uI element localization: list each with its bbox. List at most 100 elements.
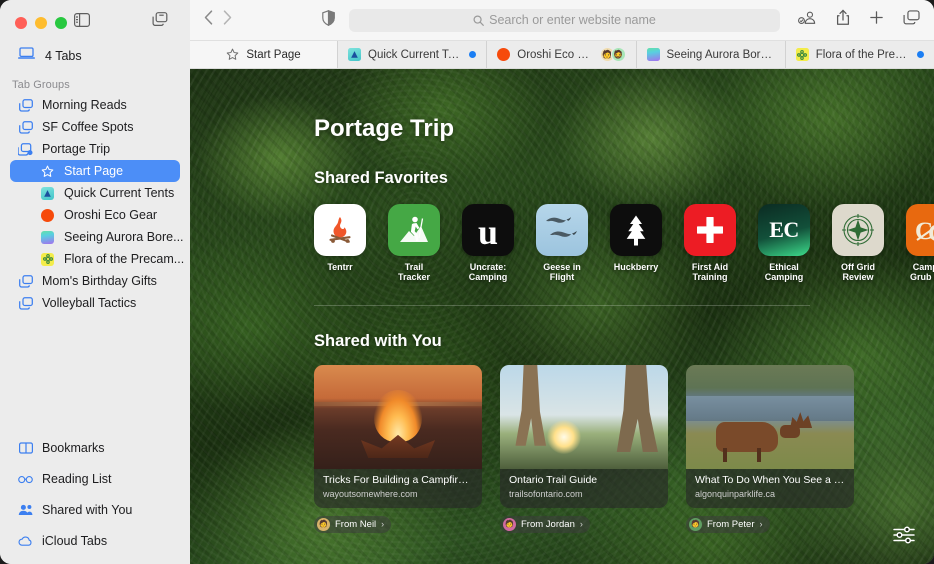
sidebar-item-label: Flora of the Precam... [64, 252, 185, 266]
from-pill[interactable]: 🧑 From Neil › [314, 515, 392, 533]
page-title: Portage Trip [314, 115, 455, 142]
from-label: From Jordan [521, 518, 575, 530]
favorite-tentrr[interactable]: Tentrr [314, 204, 366, 283]
sidebar-item-reading-list[interactable]: Reading List [10, 468, 180, 490]
maximize-window-button[interactable] [55, 17, 67, 29]
tab-start-page[interactable]: Start Page [190, 41, 338, 68]
campfire-photo [314, 364, 482, 469]
sidebar-list: Morning Reads SF Coffee Spots Portage Tr… [0, 94, 190, 437]
sidebar-item-label: Oroshi Eco Gear [64, 208, 158, 222]
sidebar-toolbar [74, 12, 168, 27]
sidebar-item-flora-precambrian[interactable]: Flora of the Precam... [10, 248, 184, 270]
start-page-settings-button[interactable] [891, 524, 917, 550]
favicon-circle-icon [40, 208, 55, 223]
sidebar-item-label: Shared with You [42, 503, 133, 517]
sidebar-item-start-page[interactable]: Start Page [10, 160, 180, 182]
new-tab-button[interactable] [869, 10, 884, 30]
minimize-window-button[interactable] [35, 17, 47, 29]
shared-favorites-grid: Tentrr Trail Tracker u Uncrate: Camping … [314, 204, 934, 283]
moose-lake-photo [686, 364, 854, 469]
from-label: From Peter [707, 518, 755, 530]
sidebar-item-tabs[interactable]: 4 Tabs [0, 41, 190, 71]
tab-oroshi-eco-gear[interactable]: Oroshi Eco Gear 🧑 🧔 [487, 41, 637, 68]
svg-text:G: G [928, 220, 934, 247]
letters-cg-icon: C G [906, 204, 934, 256]
tab-group-icon [18, 98, 33, 113]
sidebar-item-seeing-aurora[interactable]: Seeing Aurora Bore... [10, 226, 184, 248]
shared-card-moose[interactable]: What To Do When You See a Moo... algonqu… [686, 364, 854, 533]
tab-overview-icon[interactable] [903, 10, 920, 30]
tab-flora-precambrian[interactable]: Flora of the Precambi... [786, 41, 934, 68]
favorite-ethical-camping[interactable]: EC Ethical Camping [758, 204, 810, 283]
sidebar-item-sf-coffee-spots[interactable]: SF Coffee Spots [10, 116, 180, 138]
tab-title: Quick Current Tents [368, 48, 463, 61]
glasses-icon [18, 472, 33, 487]
sidebar-item-icloud-tabs[interactable]: iCloud Tabs [10, 530, 180, 552]
hiker-icon [388, 204, 440, 256]
favicon-flower-icon [40, 252, 55, 267]
tab-quick-current-tents[interactable]: Quick Current Tents [338, 41, 488, 68]
share-icon[interactable] [836, 9, 850, 31]
sidebar-item-oroshi-eco-gear[interactable]: Oroshi Eco Gear [10, 204, 180, 226]
favorite-camping-grub-club[interactable]: C G Camping Grub Club [906, 204, 934, 283]
forward-button[interactable] [223, 10, 232, 30]
sidebar-item-quick-current-tents[interactable]: Quick Current Tents [10, 182, 180, 204]
close-window-button[interactable] [15, 17, 27, 29]
back-button[interactable] [204, 10, 213, 30]
tab-title: Oroshi Eco Gear [517, 48, 593, 61]
new-tab-group-icon[interactable] [152, 12, 168, 27]
book-icon [18, 441, 33, 456]
tab-participants-avatars: 🧑 🧔 [599, 47, 626, 62]
sidebar-item-volleyball-tactics[interactable]: Volleyball Tactics [10, 292, 180, 314]
sidebar-toggle-icon[interactable] [74, 12, 90, 27]
favorite-label: Ethical Camping [764, 262, 804, 283]
favorite-geese-in-flight[interactable]: Geese in Flight [536, 204, 588, 283]
sidebar: 4 Tabs Tab Groups Morning Reads SF Coffe… [0, 0, 190, 564]
sidebar-item-label: iCloud Tabs [42, 534, 108, 548]
tab-title: Start Page [246, 48, 301, 61]
shared-card-ontario-trail[interactable]: Ontario Trail Guide trailsofontario.com … [500, 364, 668, 533]
address-bar[interactable]: Search or enter website name [349, 8, 780, 32]
favorite-label: Geese in Flight [543, 262, 581, 283]
card-title: Ontario Trail Guide [509, 473, 598, 486]
card-title: What To Do When You See a Moo... [695, 473, 845, 486]
tab-group-icon [18, 274, 33, 289]
favorite-first-aid-training[interactable]: First Aid Training [684, 204, 736, 283]
shared-card-campfire[interactable]: Tricks For Building a Campfire—F... wayo… [314, 364, 482, 533]
privacy-shield-icon[interactable] [322, 9, 335, 31]
unread-badge-icon [917, 51, 924, 58]
profile-share-icon[interactable] [798, 10, 817, 30]
sidebar-item-portage-trip[interactable]: Portage Trip [10, 138, 180, 160]
star-icon [226, 48, 239, 61]
section-divider [314, 304, 810, 306]
safari-window: 4 Tabs Tab Groups Morning Reads SF Coffe… [0, 0, 934, 564]
avatar: 🧑 [317, 517, 330, 531]
favorite-label: Off Grid Review [841, 262, 875, 283]
favorite-label: Tentrr [327, 262, 353, 272]
card-title: Tricks For Building a Campfire—F... [323, 473, 473, 486]
sidebar-item-morning-reads[interactable]: Morning Reads [10, 94, 180, 116]
favorite-off-grid-review[interactable]: Off Grid Review [832, 204, 884, 283]
favorite-label: Camping Grub Club [910, 262, 934, 283]
tab-group-icon [18, 120, 33, 135]
favorite-label: Uncrate: Camping [468, 262, 508, 283]
favorite-label: First Aid Training [691, 262, 729, 283]
favicon-circle-icon [497, 48, 511, 61]
card-meta: Tricks For Building a Campfire—F... wayo… [314, 466, 482, 508]
shared-favorites-heading: Shared Favorites [314, 169, 448, 187]
sidebar-item-shared-with-you[interactable]: Shared with You [10, 499, 180, 521]
sidebar-item-bookmarks[interactable]: Bookmarks [10, 437, 180, 459]
favorite-uncrate-camping[interactable]: u Uncrate: Camping [462, 204, 514, 283]
favicon-gradient-icon [646, 48, 660, 61]
pine-tree-icon [610, 204, 662, 256]
from-pill[interactable]: 🧑 From Jordan › [500, 515, 590, 533]
favicon-flower-icon [795, 48, 809, 61]
card-url: trailsofontario.com [509, 488, 583, 499]
sidebar-item-moms-birthday-gifts[interactable]: Mom's Birthday Gifts [10, 270, 180, 292]
tab-seeing-aurora[interactable]: Seeing Aurora Boreali... [637, 41, 786, 68]
favorite-huckberry[interactable]: Huckberry [610, 204, 662, 283]
people-icon [18, 503, 33, 518]
favorite-trail-tracker[interactable]: Trail Tracker [388, 204, 440, 283]
sidebar-item-label: Reading List [42, 472, 112, 486]
from-pill[interactable]: 🧑 From Peter › [686, 515, 770, 533]
